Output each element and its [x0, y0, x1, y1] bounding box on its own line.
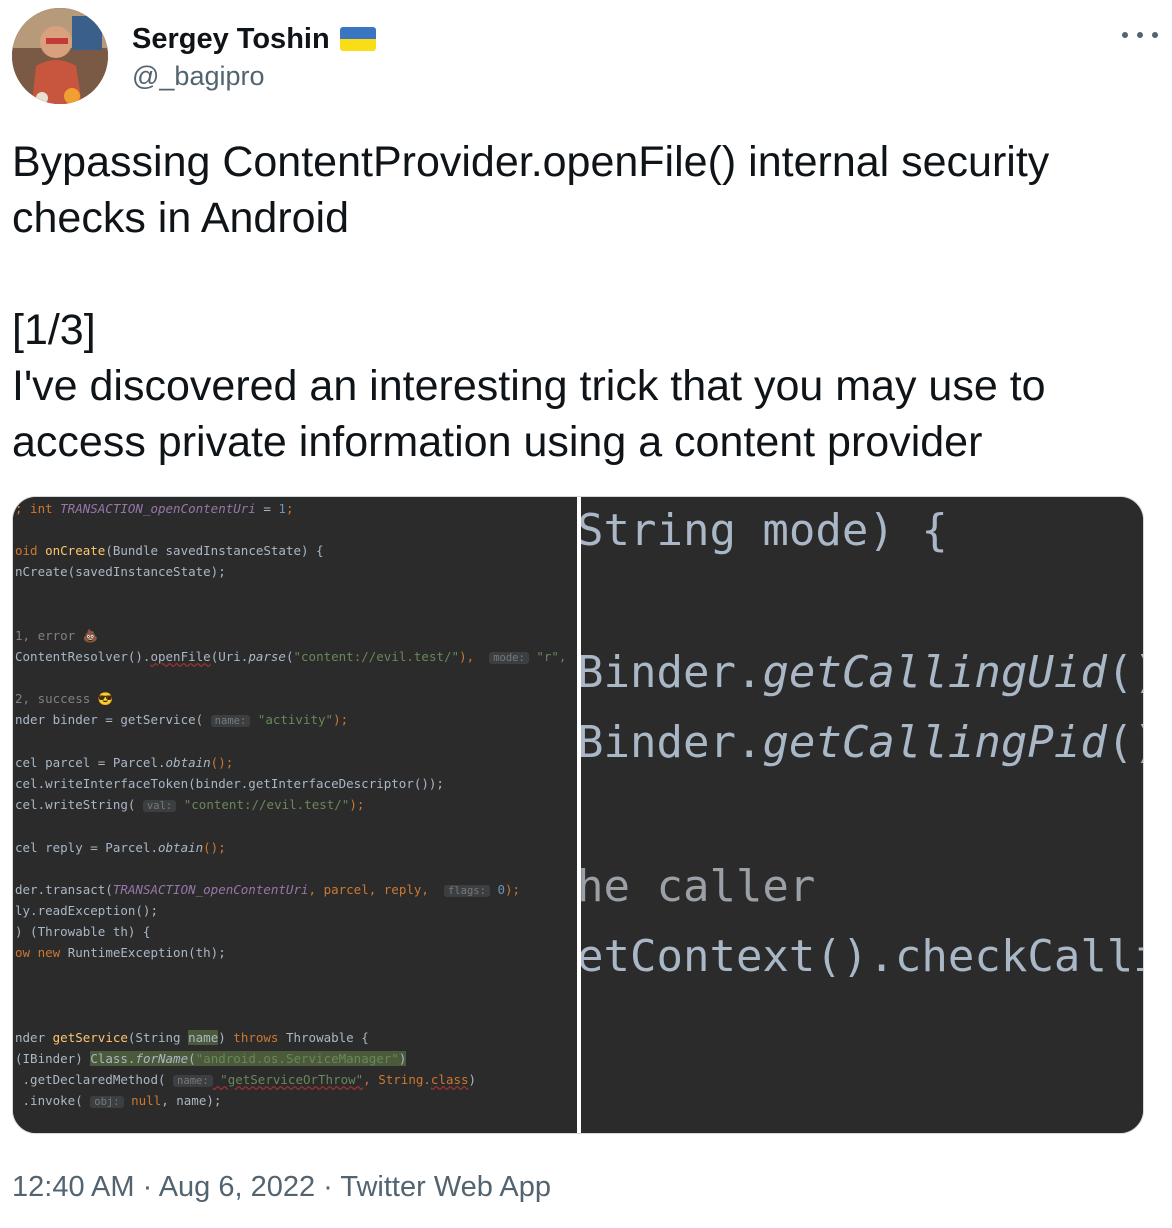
code-line: ly.readException();: [15, 903, 158, 918]
tweet-title-line-1: Bypassing ContentProvider.openFile() int…: [12, 138, 1050, 186]
name-row: Sergey Toshin: [132, 22, 376, 56]
tweet-time-link[interactable]: 12:40 AM: [12, 1171, 135, 1203]
user-handle[interactable]: @_bagipro: [132, 60, 265, 92]
tweet-header: Sergey Toshin @_bagipro: [12, 8, 1160, 108]
meta-separator: ·: [134, 1171, 159, 1203]
code-line: oid onCreate(Bundle savedInstanceState) …: [15, 543, 324, 558]
code-line: .invoke( obj: null, name);: [15, 1093, 222, 1108]
code-line: cel.writeInterfaceToken(binder.getInterf…: [15, 776, 444, 791]
code-comment: 2, success 😎: [15, 691, 114, 706]
tweet-source-link[interactable]: Twitter Web App: [340, 1171, 551, 1203]
code-line: ContentResolver().openFile(Uri.parse("co…: [15, 649, 567, 664]
avatar[interactable]: [12, 8, 108, 104]
code-comment: 1, error 💩: [15, 628, 99, 643]
meta-separator: ·: [315, 1171, 341, 1203]
code-line: cel.writeString( val: "content://evil.te…: [15, 797, 365, 812]
code-line: nCreate(savedInstanceState);: [15, 564, 226, 579]
tweet-meta: 12:40 AM · Aug 6, 2022 · Twitter Web App: [12, 1168, 551, 1206]
code-line: cel parcel = Parcel.obtain();: [15, 755, 234, 770]
tweet-body-line-2: access private information using a conte…: [12, 418, 983, 466]
code-line: cel reply = Parcel.obtain();: [15, 840, 226, 855]
code-line: (IBinder) Class.forName("android.os.Serv…: [15, 1051, 407, 1066]
code-line: ow new RuntimeException(th);: [15, 945, 226, 960]
code-line: nder getService(String name) throws Thro…: [15, 1030, 369, 1045]
tweet-media[interactable]: ; int TRANSACTION_openContentUri = 1; oi…: [12, 496, 1144, 1134]
code-comment: he caller: [581, 861, 816, 912]
tweet-counter: [1/3]: [12, 306, 96, 354]
code-screenshot-left[interactable]: ; int TRANSACTION_openContentUri = 1; oi…: [13, 497, 577, 1133]
code-line: Binder.getCallingPid()): [581, 717, 1143, 768]
code-line: etContext().checkCallin: [581, 931, 1143, 982]
code-line: String mode) {: [581, 505, 948, 556]
more-options-icon[interactable]: [1122, 28, 1158, 42]
code-line: .getDeclaredMethod( name: "getServiceOrT…: [15, 1072, 477, 1087]
display-name[interactable]: Sergey Toshin: [132, 22, 330, 56]
code-line: der.transact(TRANSACTION_openContentUri,…: [15, 882, 521, 897]
tweet-date-link[interactable]: Aug 6, 2022: [159, 1171, 315, 1203]
tweet-body-line-1: I've discovered an interesting trick tha…: [12, 362, 1046, 410]
code-line: ) (Throwable th) {: [15, 924, 151, 939]
tweet-title-line-2: checks in Android: [12, 194, 350, 242]
tweet-text: Bypassing ContentProvider.openFile() int…: [12, 134, 1160, 470]
code-line: ; int TRANSACTION_openContentUri = 1;: [15, 501, 294, 516]
ukraine-flag-icon: [339, 27, 376, 51]
code-line: Binder.getCallingUid()): [581, 647, 1143, 698]
code-line: nder binder = getService( name: "activit…: [15, 712, 349, 727]
code-screenshot-right[interactable]: String mode) { Binder.getCallingUid()) B…: [581, 497, 1143, 1133]
avatar-photo-icon: [12, 8, 108, 104]
